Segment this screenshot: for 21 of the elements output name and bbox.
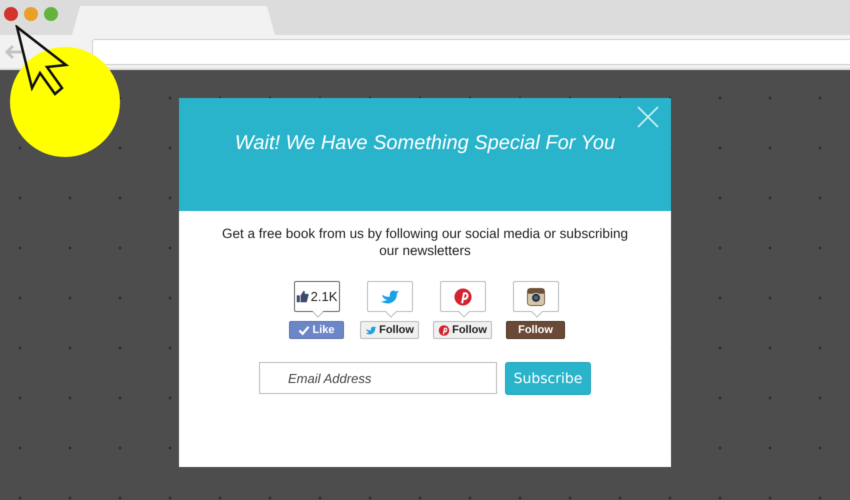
like-count: 2.1K xyxy=(310,289,338,304)
pin-icon xyxy=(438,324,450,336)
bird-icon xyxy=(365,324,378,336)
address-field[interactable] xyxy=(92,38,850,64)
thumbs-up-icon xyxy=(296,290,309,303)
follow-button[interactable]: Follow xyxy=(360,321,419,339)
back-arrow-icon[interactable] xyxy=(4,44,24,60)
bird-icon xyxy=(380,288,400,306)
popup-title: Wait! We Have Something Special For You xyxy=(234,132,616,156)
follow-button[interactable]: Follow xyxy=(433,321,492,339)
like-button[interactable]: Like xyxy=(289,321,344,339)
close-icon[interactable] xyxy=(637,106,659,128)
camera-icon xyxy=(526,288,546,306)
window-control-button[interactable] xyxy=(24,7,38,21)
window-control-button[interactable] xyxy=(4,7,18,21)
window-control-button[interactable] xyxy=(44,7,58,21)
check-icon xyxy=(298,324,310,336)
follow-button[interactable]: Follow xyxy=(506,321,565,339)
pin-icon xyxy=(452,288,472,306)
email-field[interactable]: Email Address xyxy=(259,362,497,394)
popup-message: Get a free book from us by following our social media or subscribing our newsletters xyxy=(221,225,629,259)
